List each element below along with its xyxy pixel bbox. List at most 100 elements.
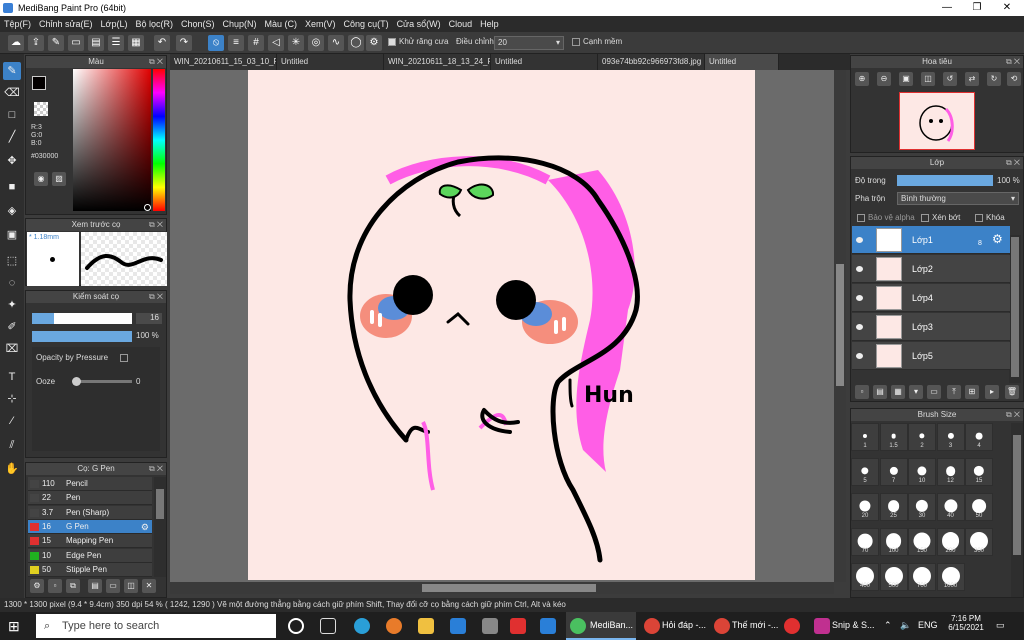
color-picker-handle[interactable] [144, 204, 151, 211]
zoom-out-icon[interactable]: ⊖ [877, 72, 891, 86]
horizontal-scroll-thumb[interactable] [422, 584, 596, 592]
tab-doc-4[interactable]: Untitled [491, 54, 598, 70]
layer-add-menu-icon[interactable]: ▾ [909, 385, 923, 399]
divide-tool-icon[interactable]: ⫽ [3, 436, 21, 454]
rotate-right-icon[interactable]: ↻ [987, 72, 1001, 86]
chat-icon[interactable]: ▭ [68, 35, 84, 51]
magic-wand-icon[interactable]: ✦ [3, 296, 21, 314]
grid-icon[interactable]: ▦ [128, 35, 144, 51]
windows-start-icon[interactable]: ⊞ [8, 618, 24, 634]
cross-snap-icon[interactable]: # [248, 35, 264, 51]
reset-view-icon[interactable]: ⟲ [1007, 72, 1021, 86]
eraser-tool-icon[interactable]: ⌫ [3, 84, 21, 102]
store-icon[interactable] [540, 618, 556, 634]
transparent-swatch[interactable] [34, 102, 48, 116]
menu-select[interactable]: Chọn(S) [177, 19, 219, 29]
brush-add-icon[interactable]: ⚙ [30, 579, 44, 593]
lock-option[interactable]: Khóa [975, 213, 1005, 222]
panel-close-icon[interactable]: ⧉ ✕ [149, 219, 163, 231]
edge-icon[interactable] [354, 618, 370, 634]
layer-item[interactable]: Lớp5 [852, 342, 1010, 370]
brush-size-cell[interactable]: 700 [908, 563, 936, 591]
bucket-tool-icon[interactable]: ◈ [3, 202, 21, 220]
menu-cloud[interactable]: Cloud [445, 19, 477, 29]
snap-off-icon[interactable]: ⦸ [208, 35, 224, 51]
tab-doc-6[interactable]: Untitled [705, 54, 779, 70]
layer-scroll-thumb[interactable] [1011, 237, 1019, 377]
brush-size-cell[interactable]: 7 [879, 458, 908, 486]
menu-view[interactable]: Xem(V) [301, 19, 340, 29]
vertical-scrollbar[interactable] [834, 70, 846, 582]
minimize-button[interactable]: — [932, 0, 962, 16]
close-button[interactable]: ✕ [992, 0, 1022, 16]
brush-list-item[interactable]: 15 Mapping Pen [28, 534, 152, 549]
curve-snap-icon[interactable]: ∿ [328, 35, 344, 51]
menu-file[interactable]: Tệp(F) [0, 19, 35, 29]
new-raster-layer-icon[interactable]: ▤ [873, 385, 887, 399]
task-view-icon[interactable] [320, 618, 336, 634]
layer-merge-icon[interactable]: ⊞ [965, 385, 979, 399]
eyedropper-icon[interactable]: ⁄ [3, 412, 21, 430]
drawing-canvas[interactable]: Hun [248, 70, 755, 580]
menu-edit[interactable]: Chỉnh sửa(E) [35, 19, 97, 29]
menu-filter[interactable]: Bộ lọc(R) [131, 19, 177, 29]
panel-close-icon[interactable]: ⧉ ✕ [1006, 56, 1020, 68]
opacity-pressure-checkbox[interactable] [120, 354, 128, 362]
panel-close-icon[interactable]: ⧉ ✕ [149, 291, 163, 303]
brush-size-cell[interactable]: 300 [965, 528, 993, 556]
brush-size-cell[interactable]: 70 [851, 528, 879, 556]
brush-size-cell[interactable]: 5 [851, 458, 879, 486]
brush-size-cell[interactable]: 4 [965, 423, 993, 451]
vertical-scroll-thumb[interactable] [836, 264, 844, 386]
taskbar-app-snip[interactable]: Snip & S... [812, 612, 876, 640]
file-explorer-icon[interactable] [418, 618, 434, 634]
brush-size-cell[interactable]: 2 [908, 423, 936, 451]
flip-icon[interactable]: ⇄ [965, 72, 979, 86]
tab-doc-1[interactable]: WIN_20210611_15_03_10_Pro.jpg [170, 54, 277, 70]
brush-size-cell[interactable]: 50 [965, 493, 993, 521]
panel-close-icon[interactable]: ⧉ ✕ [149, 463, 163, 475]
cortana-icon[interactable] [288, 618, 304, 634]
hue-slider[interactable] [153, 69, 165, 211]
brush-size-scrollbar[interactable] [1011, 423, 1023, 597]
layer-settings-icon[interactable]: ⚙ [992, 232, 1003, 246]
chromium-icon[interactable] [386, 618, 402, 634]
brush-list-scrollbar[interactable] [154, 477, 166, 577]
brush-new-icon[interactable]: ▫ [48, 579, 62, 593]
protect-alpha-option[interactable]: Bảo vệ alpha [857, 213, 915, 222]
select-eraser-icon[interactable]: ⌧ [3, 340, 21, 358]
hand-tool-icon[interactable]: ✋ [3, 460, 21, 478]
adjust-select[interactable]: 20 ▾ [494, 36, 564, 50]
brush-size-cell[interactable]: 15 [965, 458, 993, 486]
panel-close-icon[interactable]: ⧉ ✕ [1006, 157, 1020, 169]
brush-copy-icon[interactable]: ⧉ [66, 579, 80, 593]
undo-icon[interactable]: ↶ [154, 35, 170, 51]
brush-size-cell[interactable]: 20 [851, 493, 879, 521]
roblox-icon[interactable] [510, 618, 526, 634]
blend-mode-select[interactable]: Bình thường ▾ [897, 192, 1019, 205]
mail-icon[interactable] [450, 618, 466, 634]
brush-delete-icon[interactable]: ✕ [142, 579, 156, 593]
select-pen-icon[interactable]: ✐ [3, 318, 21, 336]
taskbar-app-chrome-2[interactable]: Thế mới -... [712, 612, 782, 640]
clock[interactable]: 7:16 PM 6/15/2021 [946, 614, 986, 632]
brush-duplicate-icon[interactable]: ◫ [124, 579, 138, 593]
brush-size-scroll-thumb[interactable] [1013, 435, 1021, 555]
brush-tool-icon[interactable]: ✎ [3, 62, 21, 80]
tab-doc-5[interactable]: 093e74bb92c966973fd8.jpg [598, 54, 705, 70]
zoom-in-icon[interactable]: ⊕ [855, 72, 869, 86]
menu-layer[interactable]: Lớp(L) [97, 19, 132, 29]
brush-list-item[interactable]: 22 Pen [28, 491, 152, 506]
antialias-checkbox[interactable]: Khử răng cưa [388, 37, 448, 46]
menu-tools[interactable]: Công cụ(T) [340, 19, 393, 29]
tab-doc-2[interactable]: Untitled [277, 54, 384, 70]
ooze-slider-handle[interactable] [72, 377, 81, 386]
layer-scrollbar[interactable] [1009, 235, 1021, 383]
language-indicator[interactable]: ENG [918, 620, 938, 630]
volume-icon[interactable]: 🔈 [900, 620, 911, 631]
fill-rect-tool-icon[interactable]: ■ [3, 178, 21, 196]
navigator-thumbnail[interactable] [899, 92, 975, 150]
layer-item[interactable]: Lớp4 [852, 284, 1010, 312]
brush-size-cell[interactable]: 40 [936, 493, 965, 521]
layer-item[interactable]: Lớp1 8 ⚙ [852, 226, 1010, 254]
